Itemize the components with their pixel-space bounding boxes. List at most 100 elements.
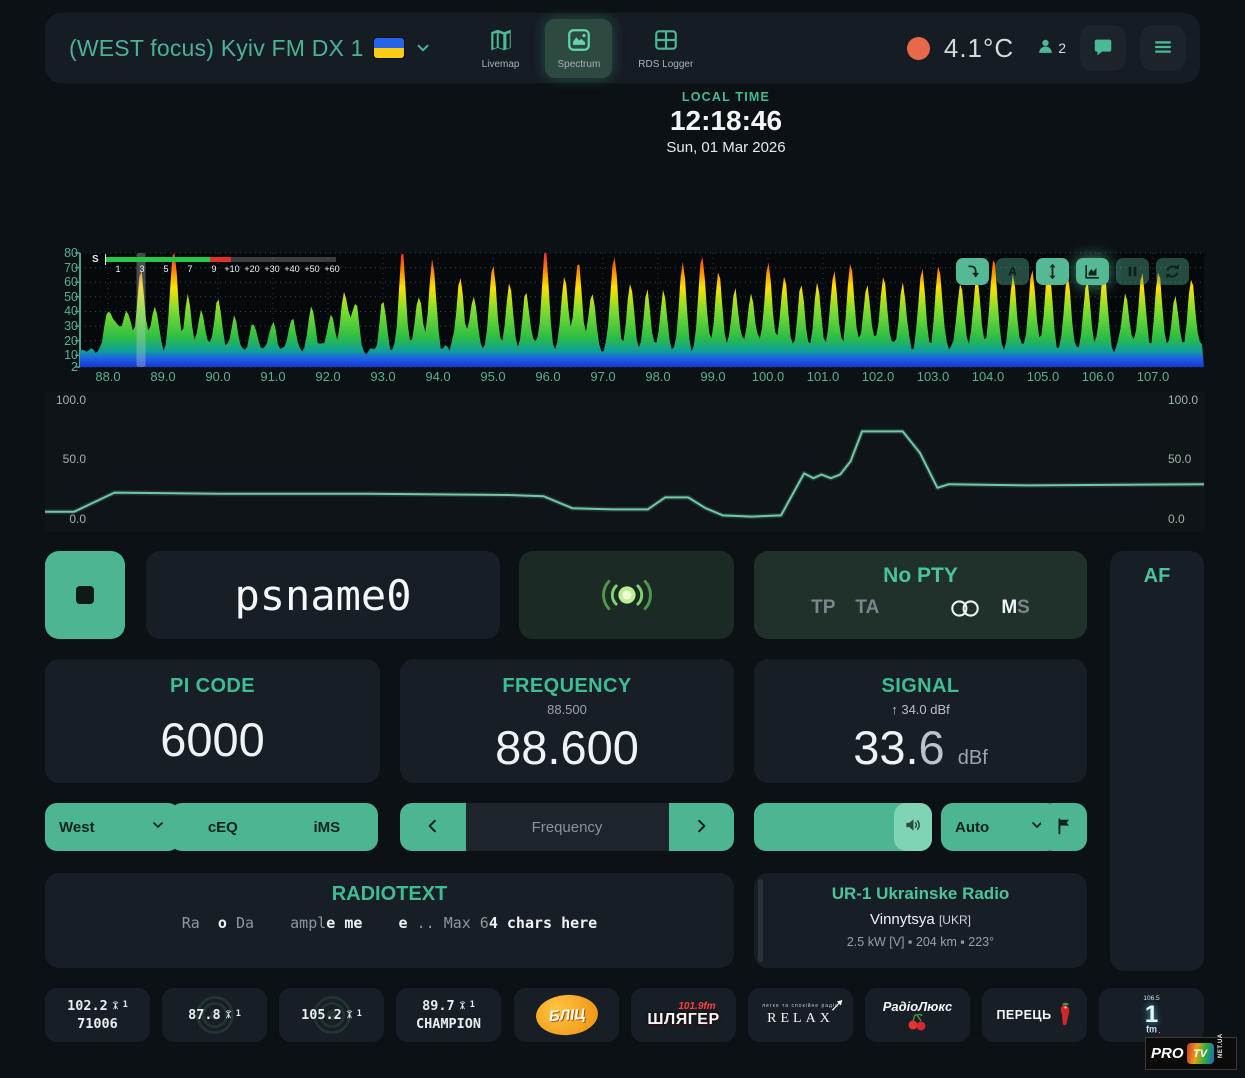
frequency-panel[interactable]: FREQUENCY 88.500 88.600 [400,659,734,783]
signal-label: SIGNAL [881,675,960,697]
pi-code-value: 6000 [160,713,265,766]
frequency-step-up-button[interactable] [668,803,734,851]
local-clock: LOCAL TIME 12:18:46 Sun, 01 Mar 2026 [596,90,856,156]
station-logo-card[interactable]: РадіоЛюкс [865,988,970,1042]
perets-logo: ПЕРЕЦЬ [996,1002,1072,1028]
antenna-icon [112,1000,119,1009]
frequency-step-down-button[interactable] [400,803,466,851]
menu-button[interactable] [1140,25,1186,71]
chevron-down-icon [417,44,429,52]
pi-code-panel: PI CODE 6000 [45,659,380,783]
hamburger-icon [1154,40,1172,53]
frequency-label: FREQUENCY [502,675,632,697]
eq-ims-toggle[interactable]: cEQ iMS [170,803,378,851]
station-logo-card[interactable]: БЛІЦ [514,988,619,1042]
ps-name: psname0 [234,570,412,620]
volume-slider[interactable] [754,803,932,851]
map-icon [490,29,511,50]
shlyager-logo: 101.9fm ШЛЯГЕР [647,1001,720,1028]
spectrum-x-tick: 101.0 [806,369,840,384]
spectrum-x-axis: 88.0 89.0 90.0 91.0 92.0 93.0 94.0 95.0 96.0 97.0… [0,369,1245,385]
signal-axis-tick-right: 0.0 [1168,512,1185,526]
station-list-scrollbar[interactable] [758,879,763,962]
fm-dx-webserver-app: (WEST focus) Kyiv FM DX 1 Livemap Spectr… [0,0,1245,1078]
speaker-icon [906,818,920,831]
spectrum-tool-arrows-vertical-button[interactable] [1036,258,1069,285]
table-grid-icon [654,29,677,50]
signal-value: 33.6 dBf [853,721,988,774]
broadcast-pulse-icon [601,579,652,611]
spectrum-tool-pause-button[interactable] [1116,258,1149,285]
s-meter-tick: 7 [187,264,193,274]
frequency-value: 88.600 [495,721,639,774]
frequency-input[interactable] [465,803,669,851]
rds-status-panel: No PTY TP TA MS [754,551,1087,639]
person-icon [1039,39,1053,53]
arrows-vertical-icon [1049,263,1056,280]
s-meter-tick: 3 [139,264,145,274]
station-logo-card[interactable]: 102.2 1 71006 [45,988,150,1042]
s-meter: S 1 3 5 7 9 +10 +20 +30 +40 +50 +60 [92,252,344,278]
station-logo-card[interactable]: 89.7 1 CHAMPION [396,988,501,1042]
signal-unit: dBf [957,747,988,769]
chat-button[interactable] [1080,25,1126,71]
nav-rds-logger-button[interactable]: RDS Logger [626,19,705,78]
pause-icon [1128,266,1137,277]
chevron-left-icon [428,819,436,832]
spectrum-x-tick: 94.0 [425,369,451,384]
ukraine-flag-icon [373,38,404,58]
top-bar: (WEST focus) Kyiv FM DX 1 Livemap Spectr… [45,13,1200,83]
main-nav: Livemap Spectrum RDS Logger [470,18,706,78]
station-logo-card[interactable]: легке та спокійне радіо RELAX [748,988,853,1042]
volume-handle[interactable] [894,803,932,851]
ims-toggle-label: iMS [313,818,341,836]
station-logo-card[interactable]: 87.8 1 [162,988,267,1042]
antenna-icon [346,1009,353,1018]
nav-livemap-label: Livemap [481,58,520,70]
spectrum-x-tick: 90.0 [205,369,231,384]
clock-label: LOCAL TIME [681,90,771,104]
record-stop-button[interactable] [45,551,125,639]
chevron-right-icon [698,819,706,832]
nav-livemap-button[interactable]: Livemap [470,19,532,78]
status-dot [906,36,930,60]
spectrum-icon [568,28,590,51]
antenna-select[interactable]: West [45,803,180,851]
radio-lux-logo: РадіоЛюкс [883,999,952,1032]
hummingbird-icon [831,1000,843,1011]
nav-spectrum-button[interactable]: Spectrum [545,18,613,78]
signal-pulse-panel [519,551,734,639]
nav-rds-logger-label: RDS Logger [638,58,694,70]
report-flag-button[interactable] [1041,803,1087,851]
eq-toggle-label: cEQ [207,818,238,836]
server-title-dropdown[interactable]: (WEST focus) Kyiv FM DX 1 [69,35,432,62]
pi-code-label: PI CODE [169,675,256,697]
frequency-stepper [400,803,734,851]
mode-select-value: Auto [955,818,990,836]
spectrum-x-tick: 100.0 [751,369,785,384]
watermark-domain: NET.UA [1217,1032,1224,1058]
watermark-tv-icon: TV [1186,1043,1214,1064]
signal-axis-tick-right: 100.0 [1168,393,1199,407]
signal-axis-tick-right: 50.0 [1168,452,1192,466]
station-logo-card[interactable]: 101.9fm ШЛЯГЕР [631,988,736,1042]
spectrum-tool-refresh-button[interactable] [1156,258,1189,285]
station-logo-card[interactable]: ПЕРЕЦЬ [982,988,1087,1042]
spectrum-x-tick: 97.0 [590,369,616,384]
watermark-pro: PRO [1151,1045,1184,1062]
antenna-icon [459,1000,465,1009]
spectrum-tool-letter-a-button[interactable]: A [996,258,1029,285]
station-logo-card[interactable]: 105.2 1 [279,988,384,1042]
spectrum-x-tick: 103.0 [916,369,950,384]
spectrum-tool-chart-area-button[interactable] [1076,258,1109,285]
signal-panel: SIGNAL ↑ 34.0 dBf 33.6 dBf [754,659,1087,783]
server-title: (WEST focus) Kyiv FM DX 1 [69,34,364,61]
protv-watermark[interactable]: PRO TV NET.UA [1145,1032,1237,1070]
signal-axis-tick-left: 0.0 [69,512,86,526]
s-meter-red-bar [210,257,231,262]
s-meter-label: S [92,254,99,265]
spectrum-tool-arrow-down-curve-button[interactable] [956,258,989,285]
clock-time: 12:18:46 [669,105,783,136]
stereo-icon [951,599,980,617]
chart-area-icon [1085,265,1099,279]
